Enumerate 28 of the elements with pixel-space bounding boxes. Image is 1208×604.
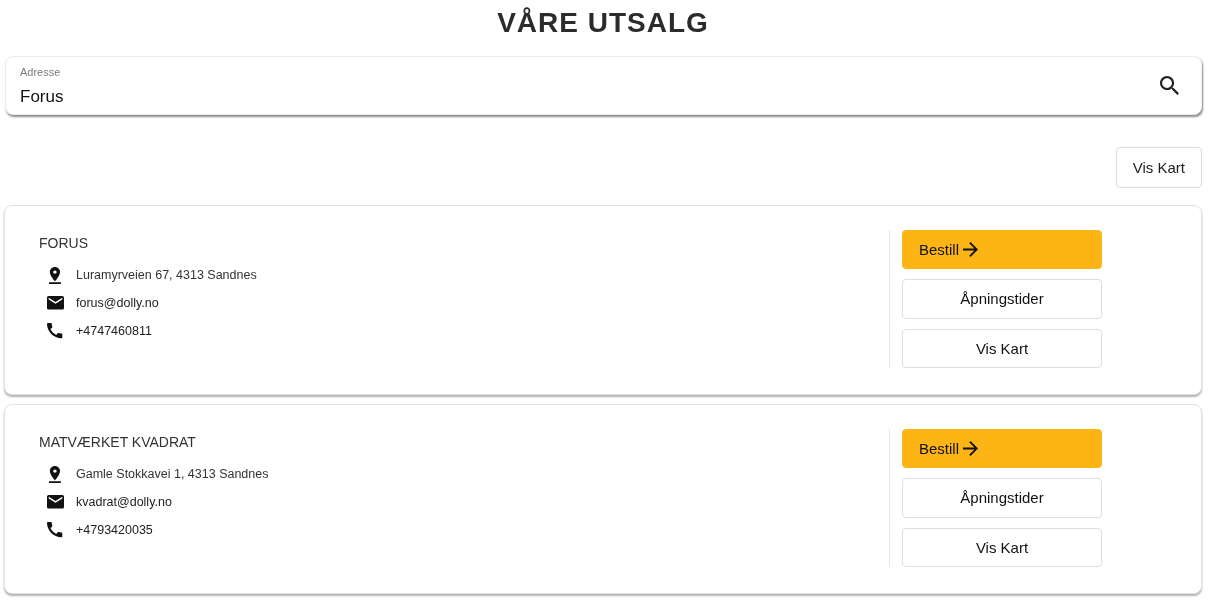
map-button[interactable]: Vis Kart [1115, 147, 1202, 188]
order-button[interactable]: Bestill [902, 429, 1102, 469]
store-name: FORUS [39, 234, 88, 253]
address-text: Luramyrveien 67, 4313 Sandnes [76, 268, 257, 282]
phone-icon [47, 323, 63, 339]
phone-icon [47, 522, 63, 538]
pin-icon [49, 266, 61, 284]
email-text: forus@dolly.no [76, 296, 159, 310]
phone-text: +4793420035 [76, 523, 153, 537]
phone-text: +4747460811 [76, 324, 152, 338]
search-icon[interactable] [1160, 76, 1179, 95]
arrow-right-icon [963, 242, 978, 258]
order-button[interactable]: Bestill [902, 230, 1102, 270]
opening-hours-button[interactable]: Åpningstider [902, 279, 1102, 319]
search-field[interactable]: Adresse Forus [5, 56, 1202, 115]
address-input[interactable]: Forus [20, 86, 77, 107]
store-name: MATVÆRKET KVADRAT [39, 433, 196, 452]
map-button[interactable]: Vis Kart [902, 328, 1102, 368]
arrow-right-icon [963, 441, 978, 457]
address-text: Gamle Stokkavei 1, 4313 Sandnes [76, 467, 269, 481]
pin-icon [49, 465, 61, 483]
envelope-icon [46, 495, 64, 509]
map-button[interactable]: Vis Kart [902, 527, 1102, 567]
page-title: VÅRE UTSALG [496, 6, 710, 40]
email-text: kvadrat@dolly.no [76, 495, 172, 509]
field-label: Adresse [20, 64, 61, 79]
opening-hours-button[interactable]: Åpningstider [902, 478, 1102, 518]
envelope-icon [46, 296, 64, 310]
